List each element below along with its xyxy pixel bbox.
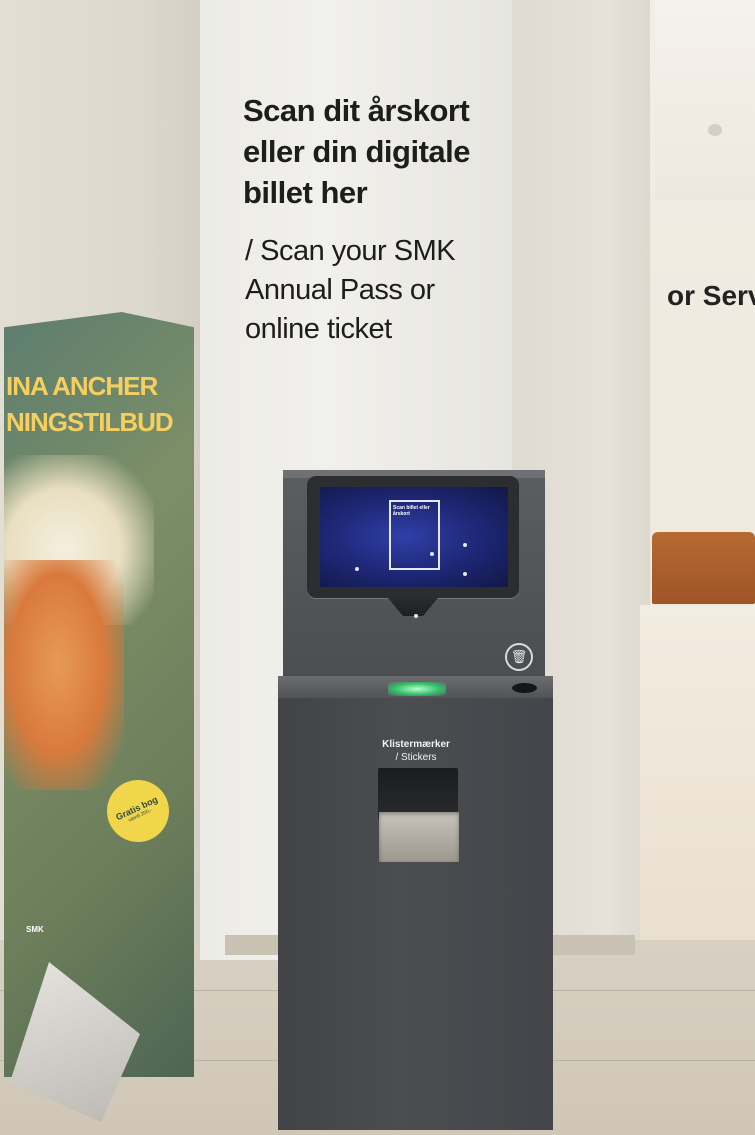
photo-scene: or Serv Scan dit årskort eller din digit…	[0, 0, 755, 1135]
danish-line: Scan dit årskort	[243, 93, 470, 128]
screen-indicator-dot	[463, 543, 467, 547]
poster-title-line: NINGSTILBUD	[6, 407, 174, 437]
screen-indicator-dot	[463, 572, 467, 576]
room-floor	[640, 605, 755, 945]
english-line: / Scan your SMK	[245, 235, 456, 267]
english-line: online ticket	[245, 313, 392, 345]
room-wall-sign: or Serv	[667, 280, 755, 311]
waste-slot[interactable]	[512, 683, 537, 693]
sticker-tray[interactable]	[379, 812, 459, 862]
danish-line: eller din digitale	[243, 134, 471, 169]
poster-girl-face	[4, 560, 124, 790]
poster-title: INA ANCHER NINGSTILBUD	[6, 368, 174, 440]
trash-icon: 🗑	[505, 643, 533, 671]
status-light	[414, 614, 418, 618]
screen-indicator-dot	[355, 567, 359, 571]
ceiling-sensor	[708, 124, 722, 136]
danish-line: billet her	[243, 175, 368, 210]
english-instruction: / Scan your SMK Annual Pass or online ti…	[245, 232, 456, 349]
sticker-label-en: / Stickers	[395, 752, 437, 763]
screen-indicator-dot	[430, 552, 434, 556]
poster-brand: SMK	[26, 925, 44, 934]
ticket-scanner[interactable]	[388, 682, 446, 696]
english-line: Annual Pass or	[245, 274, 435, 306]
orange-bench	[652, 532, 755, 604]
room-ceiling	[655, 0, 755, 200]
poster-title-line: INA ANCHER	[6, 371, 158, 401]
sticker-label-da: Klistermærker	[382, 739, 450, 750]
sticker-label: Klistermærker / Stickers	[360, 738, 472, 764]
screen-card-title: Scan billet eller årskort	[393, 505, 430, 517]
danish-instruction: Scan dit årskort eller din digitale bill…	[243, 90, 471, 213]
